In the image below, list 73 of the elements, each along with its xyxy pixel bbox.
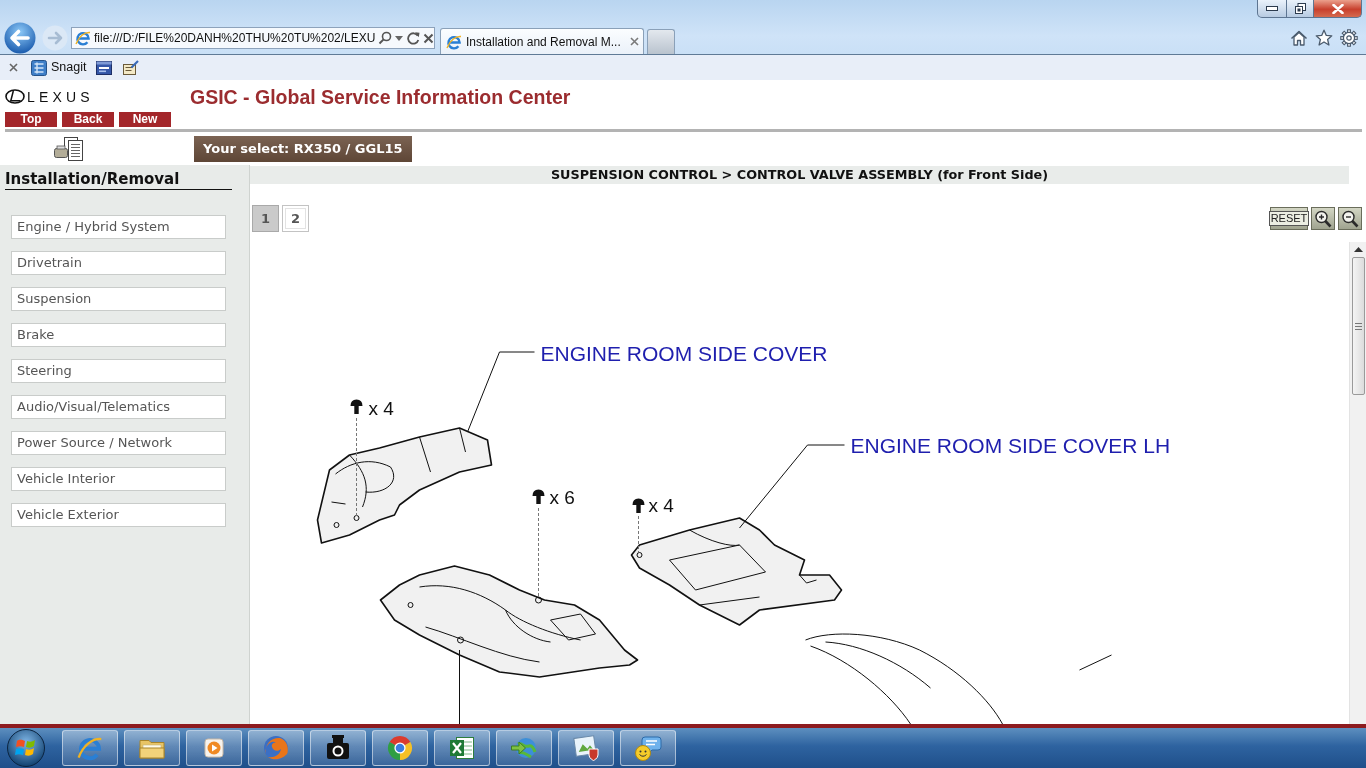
e-logo-icon xyxy=(446,33,462,50)
guide-line xyxy=(638,515,639,553)
settings-icon[interactable] xyxy=(1340,29,1358,47)
sidebar-item[interactable]: Steering xyxy=(11,359,226,383)
zoom-out-icon xyxy=(1341,209,1359,228)
round-logo-icon xyxy=(386,734,414,762)
brand-wordmark: LEXUS xyxy=(27,89,94,104)
picture-shield-icon xyxy=(572,734,600,762)
browser-tab[interactable]: Installation and Removal M... xyxy=(440,28,644,54)
quantity-label: x 6 xyxy=(549,487,575,508)
window-icon[interactable] xyxy=(96,59,113,76)
site-title: GSIC - Global Service Information Center xyxy=(190,86,571,110)
spreadsheet-icon xyxy=(448,734,476,762)
zoom-in-icon xyxy=(1314,209,1332,228)
selection-banner: Your select: RX350 / GGL15 xyxy=(194,135,412,162)
documents-icon[interactable] xyxy=(54,136,84,161)
grid-tile-icon xyxy=(31,59,47,76)
caret-icon[interactable] xyxy=(395,35,404,41)
grip-icon xyxy=(1354,322,1362,330)
sidebar-item[interactable]: Vehicle Interior xyxy=(11,467,226,491)
zoom-in-button[interactable] xyxy=(1311,207,1335,230)
zoom-out-button[interactable] xyxy=(1338,207,1362,230)
restore-button[interactable] xyxy=(1287,0,1314,18)
refresh-icon[interactable] xyxy=(406,31,421,45)
emblem-icon xyxy=(5,89,25,104)
sidebar-item[interactable]: Suspension xyxy=(11,287,226,311)
camera-icon xyxy=(324,734,352,762)
close-icon[interactable] xyxy=(423,32,435,44)
scroll-up-icon[interactable] xyxy=(1353,247,1363,252)
chat-smiley-icon xyxy=(634,734,662,762)
note-pencil-icon[interactable] xyxy=(123,59,140,76)
part-name-label: ENGINE ROOM SIDE COVER LH xyxy=(850,434,1171,457)
sidebar-item[interactable]: Audio/Visual/Telematics xyxy=(11,395,226,419)
sidebar-item[interactable]: Brake xyxy=(11,323,226,347)
sidebar-heading: Installation/Removal xyxy=(5,170,232,190)
nav-button[interactable]: Top xyxy=(5,112,57,127)
scrollbar[interactable] xyxy=(1349,242,1366,724)
close-button[interactable] xyxy=(1314,0,1362,18)
taskbar-button[interactable] xyxy=(186,730,242,766)
page-button[interactable]: 2 xyxy=(282,205,309,232)
taskbar-button[interactable] xyxy=(434,730,490,766)
bolt-icon xyxy=(350,399,363,414)
home-icon[interactable] xyxy=(1290,29,1308,47)
close-icon[interactable] xyxy=(630,37,639,46)
back-icon[interactable] xyxy=(4,22,36,54)
bolt-icon xyxy=(532,489,545,504)
quantity-label: x 4 xyxy=(368,398,394,419)
minimize-button[interactable] xyxy=(1257,0,1287,18)
toolbar-button[interactable]: Snagit xyxy=(31,58,87,77)
quantity-label: x 4 xyxy=(648,495,674,516)
close-icon[interactable] xyxy=(9,63,18,72)
e-logo-icon xyxy=(75,30,91,46)
reset-button[interactable]: RESET xyxy=(1270,207,1308,230)
fox-globe-icon xyxy=(262,734,290,762)
part-name-label: ENGINE ROOM SIDE COVER xyxy=(540,342,828,365)
star-icon[interactable] xyxy=(1315,29,1333,47)
taskbar-button[interactable] xyxy=(310,730,366,766)
sidebar-item[interactable]: Power Source / Network xyxy=(11,431,226,455)
restore-icon xyxy=(1294,3,1306,14)
close-icon xyxy=(1331,3,1344,14)
nav-button[interactable]: New xyxy=(119,112,171,127)
start-orb-icon[interactable] xyxy=(6,728,46,768)
breadcrumb-bar: SUSPENSION CONTROL > CONTROL VALVE ASSEMBLY (for Front Side) xyxy=(250,166,1349,184)
page-button[interactable]: 1 xyxy=(252,205,279,232)
search-icon[interactable] xyxy=(378,31,393,45)
sidebar-item[interactable]: Vehicle Exterior xyxy=(11,503,226,527)
address-bar[interactable]: file:///D:/FILE%20DANH%20THU%20TU%202/LEXU xyxy=(71,27,435,49)
sidebar-item[interactable]: Drivetrain xyxy=(11,251,226,275)
bolt-icon xyxy=(632,498,645,513)
nav-button[interactable]: Back xyxy=(62,112,114,127)
minimize-icon xyxy=(1266,6,1278,11)
sidebar-item[interactable]: Engine / Hybrid System xyxy=(11,215,226,239)
scrollbar-thumb[interactable] xyxy=(1351,257,1365,395)
